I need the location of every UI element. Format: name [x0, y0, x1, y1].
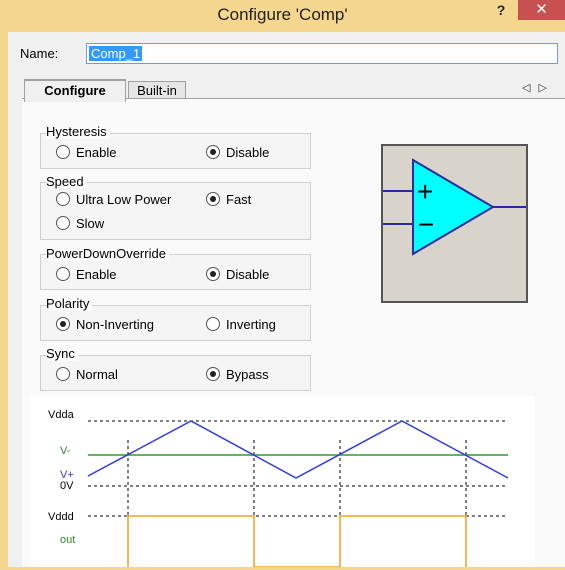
sync-normal-radio[interactable]: Normal: [56, 367, 118, 382]
hysteresis-label: Hysteresis: [46, 124, 110, 139]
tab-configure[interactable]: Configure: [24, 79, 126, 102]
hysteresis-enable-radio[interactable]: Enable: [56, 145, 116, 160]
powerdown-disable-radio[interactable]: Disable: [206, 267, 269, 282]
speed-fast-radio[interactable]: Fast: [206, 192, 251, 207]
waveform-diagram: Vdda V- V+ 0V Vddd out: [30, 396, 535, 568]
radio-on-icon: [206, 145, 220, 159]
comparator-symbol: + −: [381, 144, 528, 303]
polarity-label: Polarity: [46, 296, 93, 311]
zero-volt-label: 0V: [60, 480, 74, 492]
hysteresis-disable-radio[interactable]: Disable: [206, 145, 269, 160]
radio-on-icon: [206, 367, 220, 381]
tab-scroll-left-icon[interactable]: ◁: [522, 82, 530, 94]
vddd-label: Vddd: [48, 511, 74, 523]
radio-on-icon: [206, 192, 220, 206]
sync-bypass-radio[interactable]: Bypass: [206, 367, 269, 382]
plus-symbol: +: [417, 176, 433, 207]
out-label: out: [60, 534, 75, 546]
radio-on-icon: [56, 317, 70, 331]
v-plus-trace: [87, 420, 509, 479]
minus-symbol: −: [418, 209, 434, 240]
radio-off-icon: [56, 192, 70, 206]
radio-off-icon: [56, 216, 70, 230]
vdda-label: Vdda: [48, 409, 75, 421]
radio-off-icon: [206, 317, 220, 331]
powerdown-enable-radio[interactable]: Enable: [56, 267, 116, 282]
name-label: Name:: [20, 46, 59, 61]
radio-on-icon: [206, 267, 220, 281]
name-input[interactable]: Comp_1: [86, 43, 558, 64]
name-input-value: Comp_1: [89, 46, 143, 61]
powerdown-label: PowerDownOverride: [46, 246, 169, 261]
out-trace: [127, 515, 467, 568]
tab-scroll-arrows: ◁ ▷: [522, 81, 555, 94]
sync-label: Sync: [46, 346, 78, 361]
radio-off-icon: [56, 145, 70, 159]
speed-group: [40, 182, 311, 240]
radio-off-icon: [56, 267, 70, 281]
help-button[interactable]: ?: [488, 0, 514, 20]
speed-label: Speed: [46, 174, 87, 189]
speed-slow-radio[interactable]: Slow: [56, 216, 104, 231]
polarity-inverting-radio[interactable]: Inverting: [206, 317, 276, 332]
title-bar: Configure 'Comp' ? ✕: [0, 0, 565, 32]
tab-built-in[interactable]: Built-in: [128, 81, 186, 99]
polarity-non-inverting-radio[interactable]: Non-Inverting: [56, 317, 154, 332]
comparator-icon: + −: [383, 158, 526, 256]
speed-ultra-low-power-radio[interactable]: Ultra Low Power: [56, 192, 171, 207]
v-minus-label: V-: [60, 445, 71, 457]
window-title: Configure 'Comp': [217, 5, 348, 24]
close-button[interactable]: ✕: [518, 0, 565, 20]
tab-scroll-right-icon[interactable]: ▷: [538, 82, 546, 94]
radio-off-icon: [56, 367, 70, 381]
